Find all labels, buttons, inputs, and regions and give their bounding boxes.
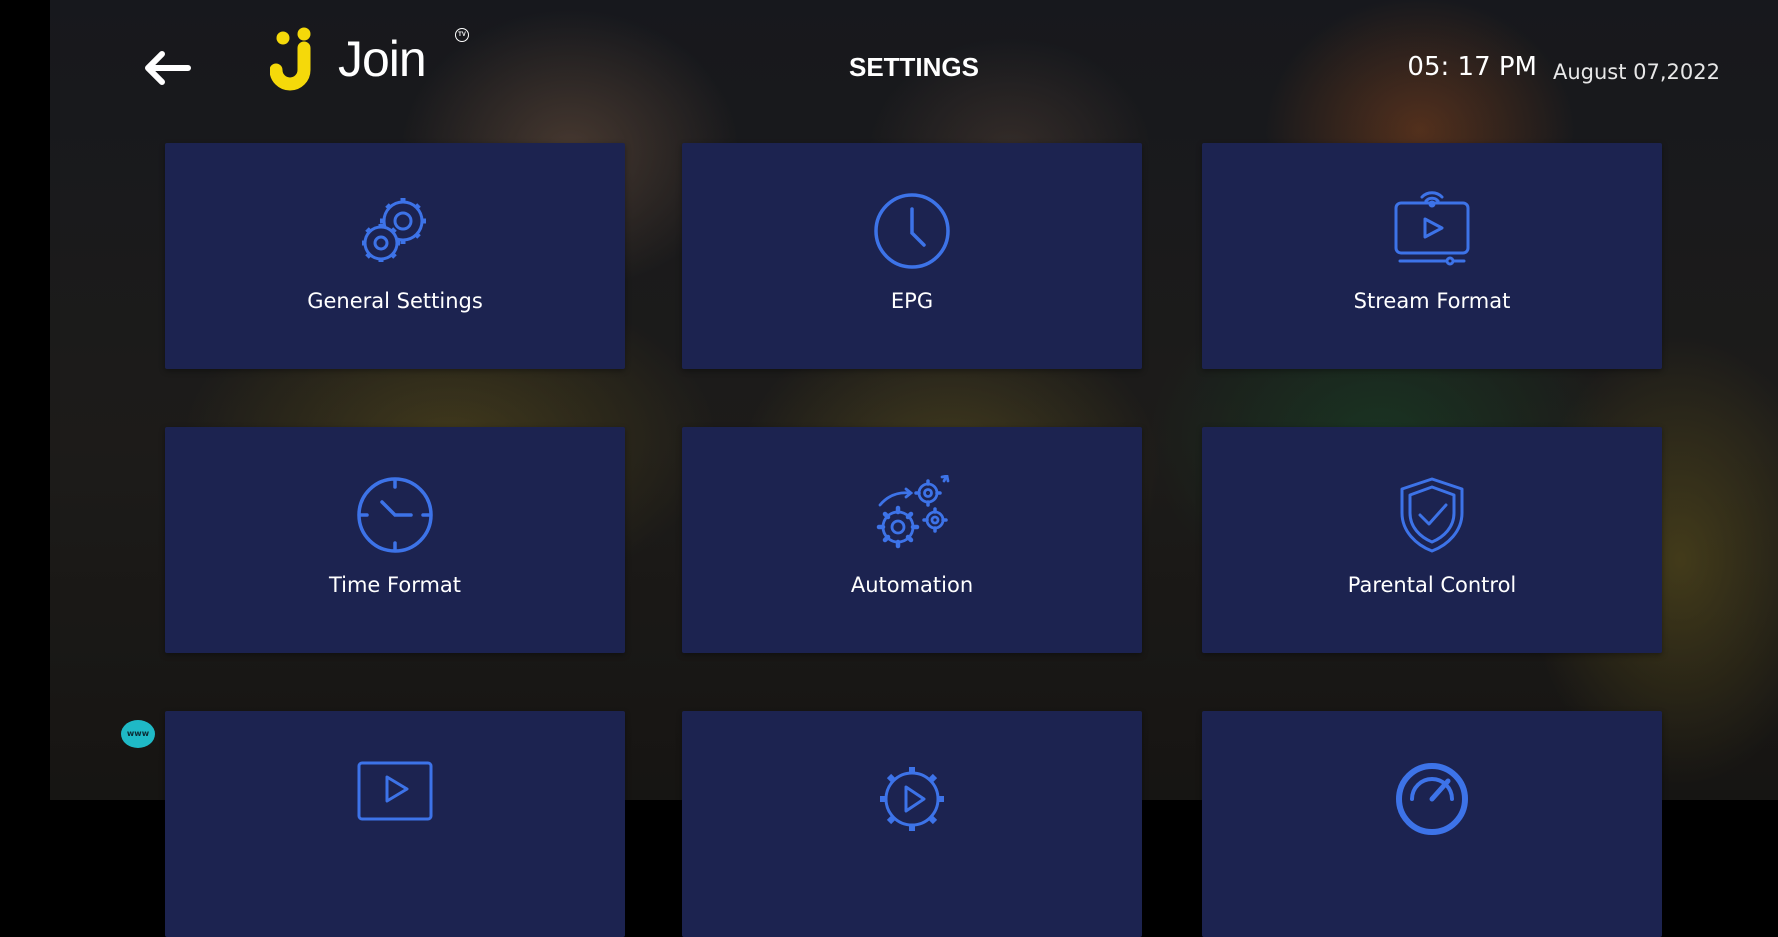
tile-speed[interactable]	[1202, 711, 1662, 937]
tile-label: Time Format	[328, 573, 462, 597]
tile-label: Stream Format	[1353, 289, 1511, 313]
tile-label: Automation	[850, 573, 974, 597]
tile-label: General Settings	[307, 289, 483, 313]
gears-icon	[355, 191, 435, 271]
tile-label: EPG	[890, 289, 934, 313]
tile-label: Parental Control	[1347, 573, 1517, 597]
tile-player[interactable]	[165, 711, 625, 937]
tile-epg[interactable]: EPG	[682, 143, 1142, 369]
tile-general-settings[interactable]: General Settings	[165, 143, 625, 369]
tile-automation[interactable]: Automation	[682, 427, 1142, 653]
clock-time: 05: 17 PM	[1407, 52, 1537, 82]
stream-screen-icon	[1392, 191, 1472, 271]
automation-gears-icon	[872, 475, 952, 555]
tile-stream-format[interactable]: Stream Format	[1202, 143, 1662, 369]
speed-gauge-icon	[1392, 759, 1472, 839]
logo-tv-badge: TV	[455, 28, 469, 42]
tile-parental-control[interactable]: Parental Control	[1202, 427, 1662, 653]
shield-check-icon	[1392, 475, 1472, 555]
left-edge-strip	[0, 0, 50, 800]
current-date: August 07,2022	[1552, 60, 1720, 84]
tile-time-format[interactable]: Time Format	[165, 427, 625, 653]
time-format-icon	[355, 475, 435, 555]
gear-play-icon	[872, 759, 952, 839]
clock-icon	[872, 191, 952, 271]
player-screen-icon	[355, 759, 435, 839]
background-image	[50, 0, 1778, 800]
tile-gear-play[interactable]	[682, 711, 1142, 937]
www-floating-badge[interactable]: www	[121, 720, 155, 748]
